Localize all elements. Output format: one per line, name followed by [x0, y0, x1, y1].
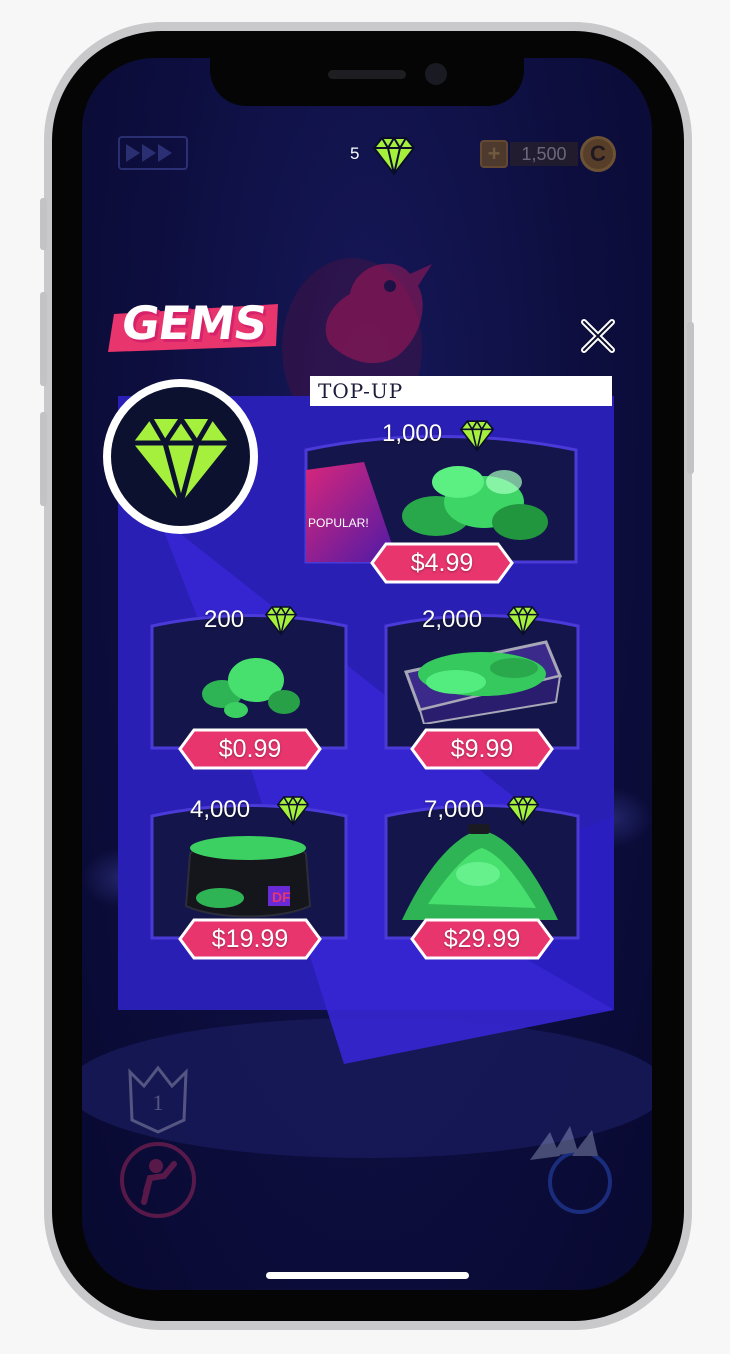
close-button[interactable] [578, 316, 618, 356]
volume-down-button [40, 412, 47, 506]
pack-amount: 2,000 [422, 606, 483, 633]
price-button[interactable]: $0.99 [178, 728, 322, 770]
coin-icon: C [580, 136, 616, 172]
gem-bag-image: DF [184, 836, 312, 918]
price-button[interactable]: $29.99 [410, 918, 554, 960]
pack-amount: 200 [204, 606, 245, 633]
home-indicator[interactable] [266, 1272, 469, 1279]
fast-forward-icon [118, 136, 188, 170]
gem-counter: 5 [350, 134, 420, 176]
gem-icon [506, 795, 540, 826]
gem-briefcase-image [403, 640, 562, 724]
gem-pack-200[interactable]: 200 $0.99 [148, 604, 350, 774]
svg-text:DF: DF [272, 889, 291, 905]
power-button [687, 322, 694, 474]
volume-up-button [40, 292, 47, 386]
price-button[interactable]: $19.99 [178, 918, 322, 960]
gem-badge [103, 379, 258, 534]
gem-pack-1000[interactable]: 1,000 POPULAR! $4.99 [300, 418, 582, 588]
gem-mountain-image [402, 824, 558, 920]
notch [210, 58, 524, 106]
price-label: $9.99 [450, 735, 514, 763]
add-coins-button[interactable]: + [480, 140, 508, 168]
mascot-bird-icon [325, 263, 432, 364]
front-camera [425, 63, 447, 85]
coin-balance-value: 1,500 [510, 142, 578, 166]
pack-amount: 7,000 [424, 796, 485, 823]
gem-pack-2000[interactable]: 2,000 $9.99 [382, 604, 582, 774]
gem-count: 5 [350, 144, 360, 163]
price-label: $4.99 [410, 549, 474, 577]
gem-pile-image [202, 658, 300, 718]
pack-amount: 4,000 [190, 796, 251, 823]
player-profile-icon[interactable] [118, 1140, 198, 1220]
price-label: $19.99 [211, 925, 289, 953]
speaker-grille [328, 70, 406, 79]
large-gem-icon [133, 414, 229, 504]
pack-amount: 1,000 [382, 420, 443, 447]
popular-badge: POPULAR! [308, 516, 369, 530]
price-label: $0.99 [218, 735, 282, 763]
gem-icon [264, 605, 298, 636]
modal-title: GEMS [118, 296, 270, 350]
tab-top-up[interactable]: TOP-UP [310, 376, 612, 406]
mute-switch [40, 198, 47, 250]
price-label: $29.99 [443, 925, 521, 953]
gem-pack-4000[interactable]: 4,000 DF $19.99 [148, 794, 350, 964]
gem-pile-image [402, 466, 548, 540]
gem-icon [372, 136, 416, 176]
price-button[interactable]: $4.99 [370, 542, 514, 584]
rank-number: 1 [152, 1090, 164, 1115]
coin-balance: + 1,500 C [480, 136, 616, 172]
gem-pack-7000[interactable]: 7,000 $29.99 [382, 794, 582, 964]
price-button[interactable]: $9.99 [410, 728, 554, 770]
gem-icon [276, 795, 310, 826]
darts-icon[interactable] [520, 1120, 616, 1216]
gem-icon [459, 419, 495, 452]
